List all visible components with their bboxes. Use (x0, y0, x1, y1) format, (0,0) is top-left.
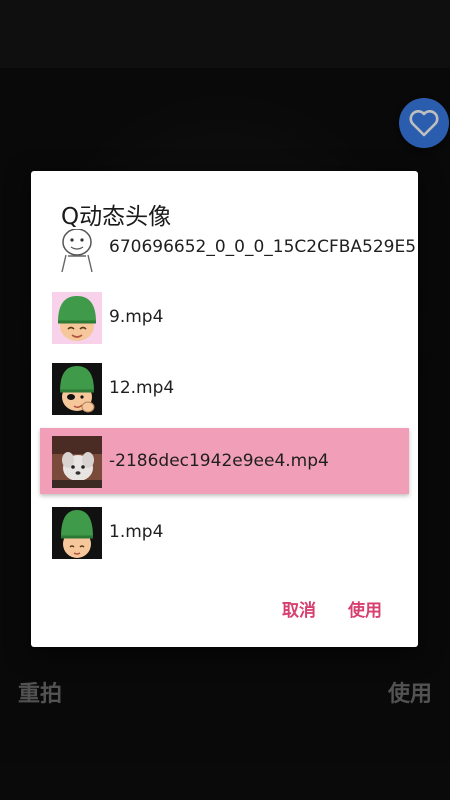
list-item-label: 12.mp4 (109, 378, 175, 398)
list-item[interactable]: 670696652_0_0_0_15C2CFBA529E5 (31, 229, 418, 280)
dialog-actions: 取消 使用 (282, 596, 382, 621)
use-button[interactable]: 使用 (348, 596, 382, 621)
white-dog-photo-icon (52, 436, 102, 488)
avatar-picker-dialog: Q动态头像 670696652_0_0_0_15C2CFBA529E5 9.mp… (31, 171, 418, 647)
dialog-title: Q动态头像 (61, 204, 172, 230)
list-item-label: -2186dec1942e9ee4.mp4 (109, 451, 329, 471)
list-item-label: 1.mp4 (109, 522, 164, 542)
list-item-label: 670696652_0_0_0_15C2CFBA529E5 (109, 237, 417, 257)
list-item-selected[interactable]: -2186dec1942e9ee4.mp4 (40, 428, 409, 494)
list-item-label: 9.mp4 (109, 307, 164, 327)
green-helmet-boy-dark-icon (52, 363, 102, 415)
sketch-character-icon (52, 229, 102, 274)
green-helmet-boy-dark-icon (52, 507, 102, 559)
camera-screen: 重拍 使用 Q动态头像 670696652_0_0_0_15C2CFBA529E (0, 0, 450, 800)
green-helmet-boy-icon (52, 292, 102, 344)
cancel-button[interactable]: 取消 (282, 596, 316, 621)
video-list[interactable]: 670696652_0_0_0_15C2CFBA529E5 9.mp4 12.m… (31, 229, 418, 569)
list-item[interactable]: 1.mp4 (31, 499, 418, 565)
list-item[interactable]: 12.mp4 (31, 355, 418, 421)
list-item[interactable]: 9.mp4 (31, 284, 418, 350)
